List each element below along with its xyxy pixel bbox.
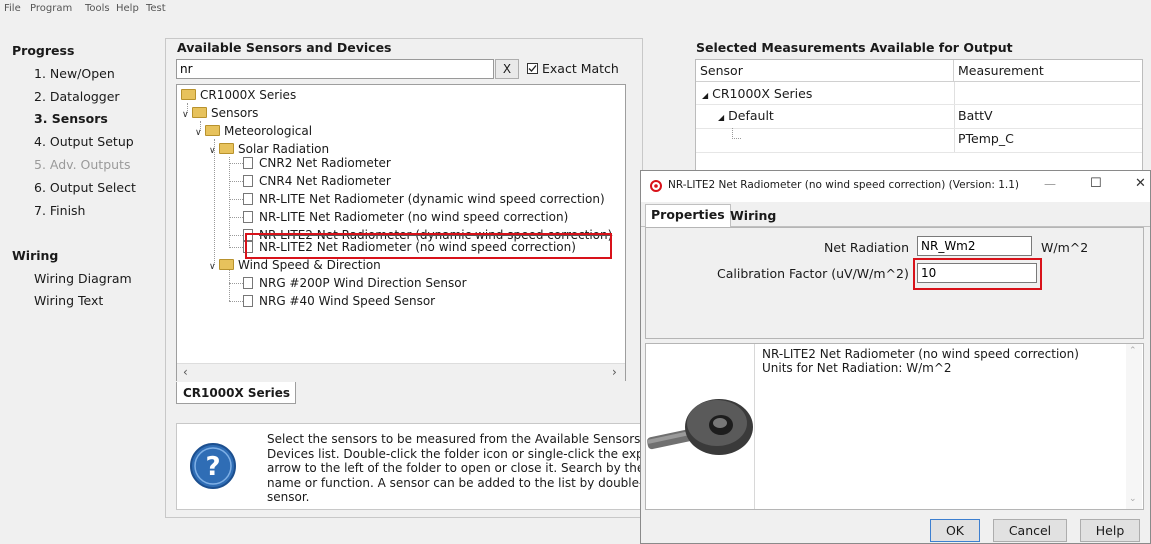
help-panel: ? Select the sensors to be measured from… [176, 423, 712, 510]
wiring-text-link[interactable]: Wiring Text [34, 293, 103, 308]
tree-item-nrg-40[interactable]: NRG #40 Wind Speed Sensor [243, 294, 435, 308]
folder-icon [205, 125, 220, 136]
collapse-arrow-icon[interactable]: ◢ [702, 91, 708, 100]
progress-item-datalogger[interactable]: 2. Datalogger [34, 89, 120, 104]
help-icon: ? [190, 443, 236, 489]
tree-node-cr1000x[interactable]: CR1000X Series [181, 88, 296, 102]
highlight-box [245, 233, 612, 259]
document-icon [243, 276, 253, 289]
tab-properties[interactable]: Properties [645, 204, 731, 227]
dialog-title-bar[interactable]: NR-LITE2 Net Radiometer (no wind speed c… [641, 171, 1150, 202]
tree-node-solar-radiation[interactable]: ∨ Solar Radiation [209, 142, 329, 156]
scroll-up-icon[interactable]: ⌃ [1129, 346, 1137, 356]
tree-item-nr-lite-no-wind[interactable]: NR-LITE Net Radiometer (no wind speed co… [243, 210, 568, 224]
ok-button[interactable]: OK [930, 519, 980, 542]
clear-search-button[interactable]: X [495, 59, 519, 79]
search-input[interactable] [176, 59, 494, 79]
description-scrollbar[interactable]: ⌃ ⌄ [1126, 344, 1142, 509]
tab-cr1000x-series[interactable]: CR1000X Series [176, 382, 296, 404]
tree-item-cnr2[interactable]: CNR2 Net Radiometer [243, 156, 391, 170]
scroll-left-icon[interactable]: ‹ [183, 365, 188, 379]
document-icon [243, 210, 253, 223]
progress-item-adv-outputs: 5. Adv. Outputs [34, 157, 131, 172]
scroll-down-icon[interactable]: ⌄ [1129, 494, 1137, 504]
document-icon [243, 156, 253, 169]
net-radiation-label: Net Radiation [824, 240, 909, 255]
tree-node-wind[interactable]: ∨ Wind Speed & Direction [209, 258, 381, 272]
document-icon [243, 294, 253, 307]
selected-measurements-title: Selected Measurements Available for Outp… [696, 40, 1013, 55]
folder-icon [219, 259, 234, 270]
wiring-diagram-link[interactable]: Wiring Diagram [34, 271, 132, 286]
tree-item-nr-lite-dynamic[interactable]: NR-LITE Net Radiometer (dynamic wind spe… [243, 192, 605, 206]
menu-bar: File Program Tools Help Test [0, 0, 1151, 20]
document-icon [243, 174, 253, 187]
highlight-box [913, 258, 1042, 290]
tree-node-sensors[interactable]: ∨ Sensors [182, 106, 258, 120]
chevron-down-icon[interactable]: ∨ [195, 128, 205, 138]
column-header-measurement[interactable]: Measurement [954, 60, 1140, 82]
progress-title: Progress [12, 43, 75, 58]
menu-tools[interactable]: Tools [85, 3, 110, 14]
menu-file[interactable]: File [4, 3, 21, 14]
cancel-button[interactable]: Cancel [993, 519, 1067, 542]
chevron-down-icon[interactable]: ∨ [209, 146, 219, 156]
tree-node-meteorological[interactable]: ∨ Meteorological [195, 124, 312, 138]
description-panel: NR-LITE2 Net Radiometer (no wind speed c… [645, 343, 1144, 510]
wiring-title: Wiring [12, 248, 59, 263]
measurements-table: Sensor Measurement ◢ CR1000X Series ◢ De… [695, 59, 1143, 183]
dialog-title: NR-LITE2 Net Radiometer (no wind speed c… [668, 179, 1020, 191]
net-radiation-field[interactable] [917, 236, 1032, 256]
table-row[interactable]: ◢ CR1000X Series [702, 86, 812, 101]
progress-item-sensors[interactable]: 3. Sensors [34, 111, 108, 126]
progress-item-finish[interactable]: 7. Finish [34, 203, 85, 218]
tab-wiring[interactable]: Wiring [730, 206, 776, 226]
close-icon[interactable]: ✕ [1135, 176, 1146, 191]
dialog-tabs: Properties Wiring [641, 202, 1150, 227]
progress-item-output-setup[interactable]: 4. Output Setup [34, 134, 134, 149]
folder-icon [219, 143, 234, 154]
column-header-sensor[interactable]: Sensor [696, 60, 954, 82]
calibration-factor-label: Calibration Factor (uV/W/m^2) [717, 266, 909, 281]
progress-item-new-open[interactable]: 1. New/Open [34, 66, 115, 81]
progress-item-output-select[interactable]: 6. Output Select [34, 180, 136, 195]
measurement-battv[interactable]: BattV [958, 108, 993, 123]
document-icon [243, 192, 253, 205]
chevron-down-icon[interactable]: ∨ [182, 110, 192, 120]
description-line-1: NR-LITE2 Net Radiometer (no wind speed c… [762, 347, 1079, 361]
tree-horizontal-scrollbar[interactable]: ‹ › [177, 363, 625, 381]
help-button[interactable]: Help [1080, 519, 1140, 542]
app-icon [650, 180, 662, 192]
chevron-down-icon[interactable]: ∨ [209, 262, 219, 272]
maximize-icon[interactable]: ☐ [1090, 176, 1102, 191]
folder-icon [192, 107, 207, 118]
menu-program[interactable]: Program [30, 3, 72, 14]
available-sensors-title: Available Sensors and Devices [177, 40, 392, 55]
description-line-2: Units for Net Radiation: W/m^2 [762, 361, 952, 375]
sensor-image [647, 399, 753, 455]
exact-match-checkbox[interactable] [527, 63, 538, 74]
tree-item-cnr4[interactable]: CNR4 Net Radiometer [243, 174, 391, 188]
checkmark-icon [528, 65, 537, 72]
menu-help[interactable]: Help [116, 3, 139, 14]
collapse-arrow-icon[interactable]: ◢ [718, 113, 724, 122]
minimize-icon[interactable]: — [1044, 177, 1056, 191]
exact-match-label: Exact Match [542, 61, 619, 76]
tree-item-nrg-200p[interactable]: NRG #200P Wind Direction Sensor [243, 276, 467, 290]
menu-test[interactable]: Test [146, 3, 166, 14]
scroll-right-icon[interactable]: › [612, 365, 617, 379]
table-row[interactable]: ◢ Default [718, 108, 774, 123]
folder-icon [181, 89, 196, 100]
measurement-ptemp[interactable]: PTemp_C [958, 131, 1014, 146]
svg-text:?: ? [205, 452, 220, 482]
net-radiation-unit: W/m^2 [1041, 240, 1089, 255]
